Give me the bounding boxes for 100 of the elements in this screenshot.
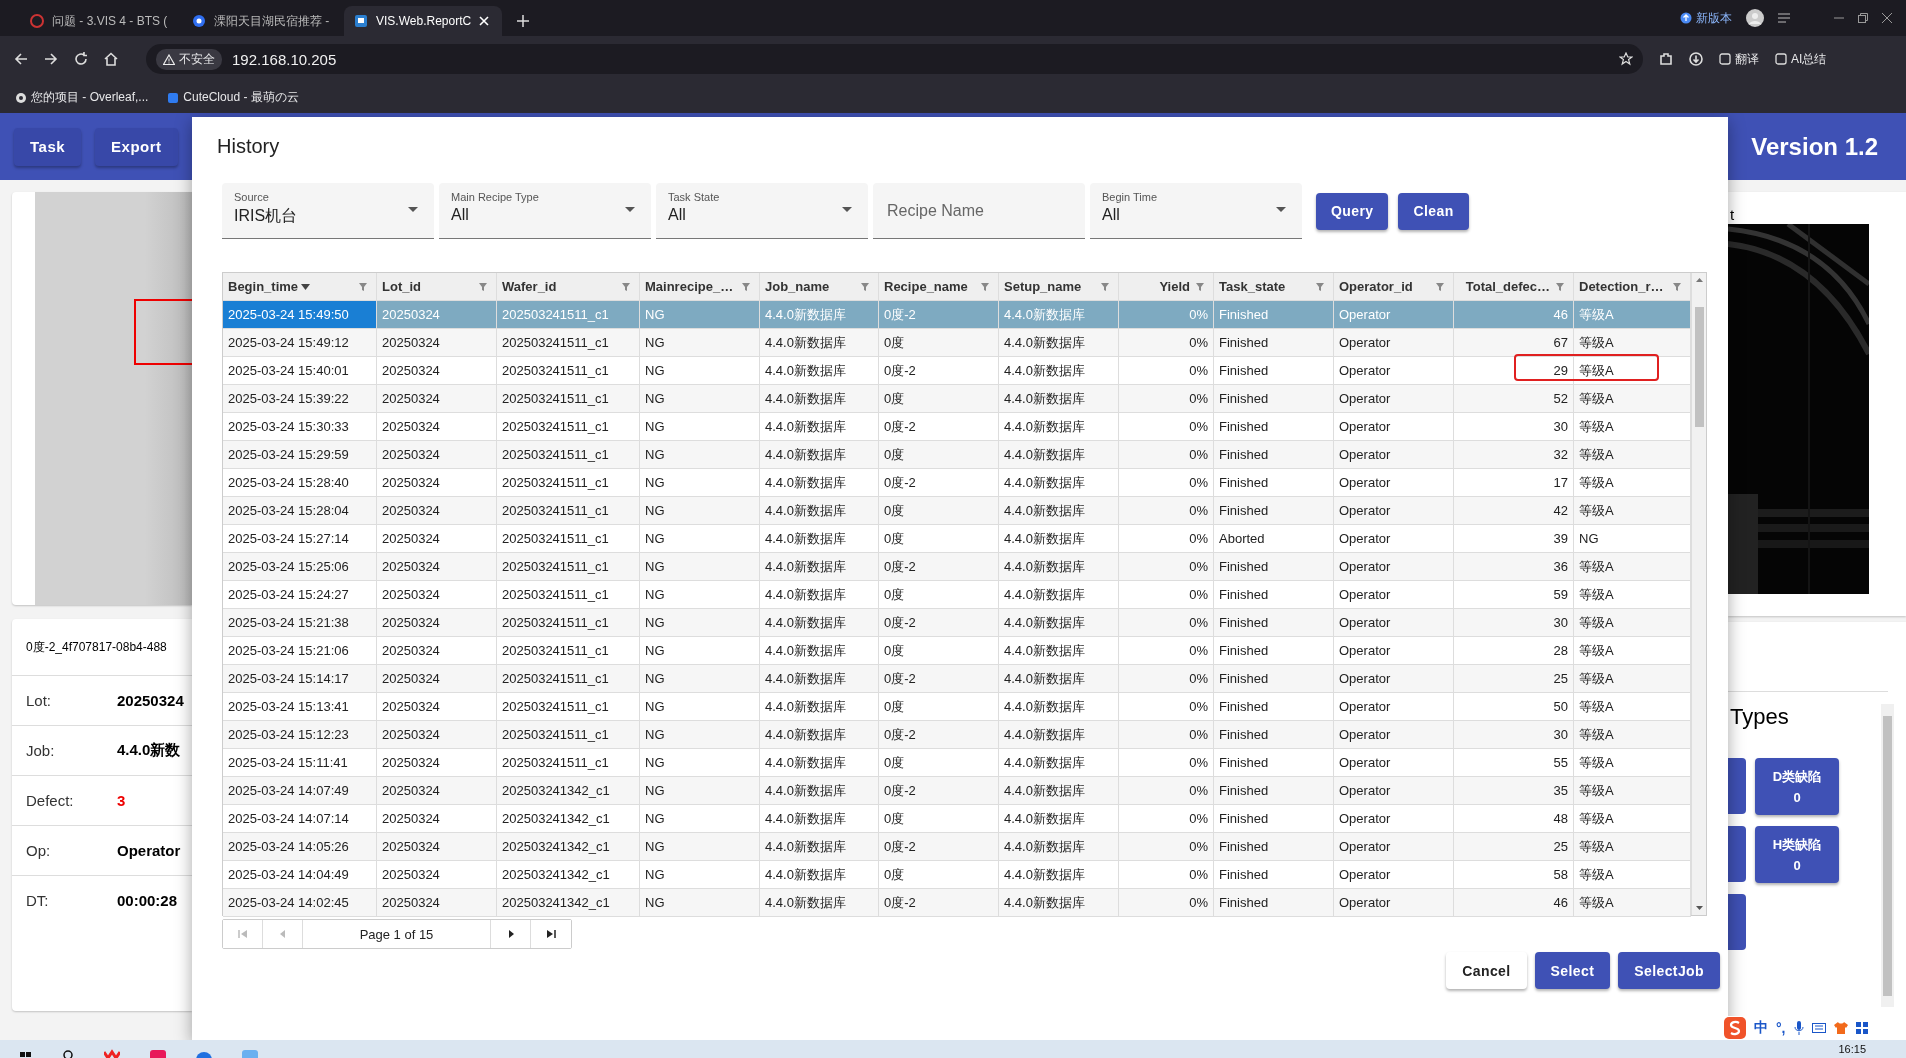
header-button[interactable]: Export: [95, 127, 178, 166]
table-cell: 4.4.0新数据库: [760, 665, 879, 693]
back-icon[interactable]: [14, 52, 28, 66]
microphone-icon[interactable]: [1793, 1021, 1804, 1035]
defect-type-button[interactable]: D类缺陷 0: [1755, 758, 1839, 815]
table-row[interactable]: 2025-03-24 15:25:06 20250324 202503241511_c1 NG 4.4.0新数据库 0度-2 4.4.0新数据库 0% Finished Operator 36 等级A: [223, 553, 1691, 581]
scrollbar[interactable]: [1881, 704, 1894, 1007]
column-header[interactable]: Job_name: [765, 279, 861, 294]
table-cell: 4.4.0新数据库: [999, 665, 1119, 693]
scroll-up-icon[interactable]: [1695, 278, 1703, 282]
table-row[interactable]: 2025-03-24 15:49:12 20250324 202503241511_c1 NG 4.4.0新数据库 0度 4.4.0新数据库 0% Finished Operator 67 等级A: [223, 329, 1691, 357]
field-value: Operator: [117, 842, 181, 859]
filter-icon[interactable]: [1436, 282, 1444, 291]
table-row[interactable]: 2025-03-24 15:39:22 20250324 202503241511_c1 NG 4.4.0新数据库 0度 4.4.0新数据库 0% Finished Operator 52 等级A: [223, 385, 1691, 413]
table-row[interactable]: 2025-03-24 15:12:23 20250324 202503241511_c1 NG 4.4.0新数据库 0度-2 4.4.0新数据库 0% Finished Operator 30 等级A: [223, 721, 1691, 749]
filter-icon[interactable]: [479, 282, 487, 291]
column-header[interactable]: Detection_r…: [1579, 279, 1673, 294]
reload-icon[interactable]: [74, 52, 88, 66]
dropdown-field[interactable]: Source IRIS机台: [222, 183, 434, 239]
table-cell: Finished: [1214, 441, 1334, 469]
update-link[interactable]: 新版本: [1680, 9, 1732, 27]
column-header[interactable]: Operator_id: [1339, 279, 1436, 294]
table-row[interactable]: 2025-03-24 15:14:17 20250324 202503241511_c1 NG 4.4.0新数据库 0度-2 4.4.0新数据库 0% Finished Operator 25 等级A: [223, 665, 1691, 693]
close-icon[interactable]: [1882, 13, 1892, 23]
filter-icon[interactable]: [742, 282, 750, 291]
download-icon[interactable]: [1689, 52, 1703, 66]
home-icon[interactable]: [104, 52, 118, 66]
filter-icon[interactable]: [622, 282, 630, 291]
table-cell: NG: [640, 329, 760, 357]
forward-icon[interactable]: [44, 52, 58, 66]
table-row[interactable]: 2025-03-24 15:29:59 20250324 202503241511_c1 NG 4.4.0新数据库 0度 4.4.0新数据库 0% Finished Operator 32 等级A: [223, 441, 1691, 469]
table-cell: 2025-03-24 15:25:06: [223, 553, 377, 581]
column-header[interactable]: Yield: [1124, 279, 1190, 294]
shirt-icon[interactable]: [1833, 1022, 1848, 1034]
filter-icon[interactable]: [1101, 282, 1109, 291]
search-field[interactable]: Recipe Name: [873, 183, 1085, 239]
cancel-button[interactable]: Cancel: [1446, 952, 1527, 989]
scrollbar-thumb[interactable]: [1883, 716, 1892, 996]
field-label: Defect:: [26, 792, 75, 809]
scrollbar-thumb[interactable]: [1695, 307, 1704, 427]
column-header[interactable]: Mainrecipe_…: [645, 279, 742, 294]
select-job-button[interactable]: SelectJob: [1618, 952, 1720, 989]
table-row[interactable]: 2025-03-24 14:07:49 20250324 202503241342_c1 NG 4.4.0新数据库 0度-2 4.4.0新数据库 0% Finished Operator 35 等级A: [223, 777, 1691, 805]
column-header[interactable]: Lot_id: [382, 279, 479, 294]
table-row[interactable]: 2025-03-24 15:28:04 20250324 202503241511_c1 NG 4.4.0新数据库 0度 4.4.0新数据库 0% Finished Operator 42 等级A: [223, 497, 1691, 525]
security-badge[interactable]: 不安全: [156, 48, 222, 70]
scroll-down-icon[interactable]: [1696, 906, 1703, 910]
punctuation-toggle[interactable]: °,: [1776, 1020, 1786, 1036]
table-row[interactable]: 2025-03-24 14:05:26 20250324 202503241342_c1 NG 4.4.0新数据库 0度-2 4.4.0新数据库 0% Finished Operator 25 等级A: [223, 833, 1691, 861]
column-header[interactable]: Recipe_name: [884, 279, 981, 294]
table-cell: 4.4.0新数据库: [760, 385, 879, 413]
column-header[interactable]: Wafer_id: [502, 279, 622, 294]
dropdown-field[interactable]: Begin Time All: [1090, 183, 1302, 239]
field-value: 20250324: [117, 692, 184, 709]
filter-icon[interactable]: [861, 282, 869, 291]
ime-logo-icon[interactable]: [1724, 1017, 1746, 1039]
avatar-icon[interactable]: [1746, 9, 1764, 27]
sort-arrow-icon[interactable]: [301, 283, 311, 290]
menu-icon[interactable]: [1778, 13, 1790, 23]
address-bar[interactable]: 不安全 192.168.10.205: [146, 44, 1643, 74]
filter-icon[interactable]: [1316, 282, 1324, 291]
table-cell: 0%: [1119, 441, 1214, 469]
star-icon[interactable]: [1619, 52, 1633, 66]
browser-tab[interactable]: 问题 - 3.VIS 4 - BTS (: [20, 6, 178, 36]
column-header[interactable]: Total_defec…: [1459, 279, 1550, 294]
keyboard-icon[interactable]: [1811, 1023, 1826, 1033]
clean-button[interactable]: Clean: [1398, 192, 1469, 230]
table-cell: 0度-2: [879, 721, 999, 749]
table-cell: Operator: [1334, 329, 1454, 357]
query-button[interactable]: Query: [1316, 192, 1389, 230]
scrollbar[interactable]: [1691, 273, 1706, 915]
filter-icon[interactable]: [1556, 282, 1564, 291]
filter-icon[interactable]: [981, 282, 989, 291]
filter-icon[interactable]: [1196, 282, 1204, 291]
summary-button[interactable]: AI总结: [1775, 50, 1827, 68]
defect-type-button[interactable]: H类缺陷 0: [1755, 826, 1839, 883]
table-cell: 4.4.0新数据库: [760, 553, 879, 581]
field-label: DT:: [26, 892, 50, 909]
new-tab-icon[interactable]: [516, 14, 530, 28]
bookmark[interactable]: CuteCloud - 最萌の云: [168, 89, 299, 106]
header-button[interactable]: Task: [14, 127, 82, 166]
bookmark[interactable]: 您的项目 - Overleaf,...: [16, 89, 149, 106]
filter-icon[interactable]: [359, 282, 367, 291]
select-button[interactable]: Select: [1534, 952, 1611, 989]
browser-tab[interactable]: VIS.Web.ReportC: [344, 6, 502, 36]
table-row[interactable]: 2025-03-24 14:02:45 20250324 202503241342_c1 NG 4.4.0新数据库 0度-2 4.4.0新数据库 0% Finished Operator 46 等级A: [223, 889, 1691, 917]
dropdown-field[interactable]: Main Recipe Type All: [439, 183, 651, 239]
table-row[interactable]: 2025-03-24 15:49:50 20250324 202503241511_c1 NG 4.4.0新数据库 0度-2 4.4.0新数据库 0% Finished Operator 46 等级A: [223, 301, 1691, 329]
dropdown-field[interactable]: Task State All: [656, 183, 868, 239]
filter-icon[interactable]: [1673, 282, 1681, 291]
restore-icon[interactable]: [1858, 13, 1868, 23]
column-header[interactable]: Task_state: [1219, 279, 1316, 294]
table-row[interactable]: 2025-03-24 15:21:38 20250324 202503241511_c1 NG 4.4.0新数据库 0度-2 4.4.0新数据库 0% Finished Operator 30 等级A: [223, 609, 1691, 637]
column-header[interactable]: Setup_name: [1004, 279, 1101, 294]
grid-icon[interactable]: [1855, 1022, 1868, 1034]
input-mode-toggle[interactable]: 中: [1754, 1019, 1768, 1037]
column-header[interactable]: Begin_time: [228, 279, 359, 294]
extensions-icon[interactable]: [1659, 52, 1673, 66]
translate-button[interactable]: 翻译: [1719, 50, 1759, 68]
browser-tab[interactable]: 溧阳天目湖民宿推荐 -: [182, 6, 340, 36]
